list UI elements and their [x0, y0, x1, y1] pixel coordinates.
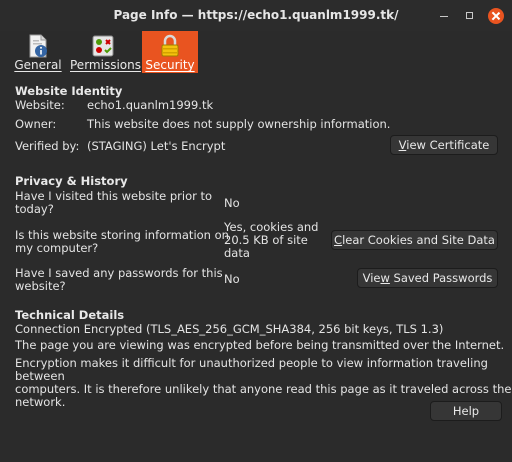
clear-cookies-button[interactable]: Clear Cookies and Site Data [331, 230, 498, 250]
lock-icon [161, 34, 179, 57]
page-info-icon [29, 34, 47, 58]
website-label: Website: [15, 98, 65, 112]
tab-general[interactable]: General [13, 31, 63, 73]
technical-details-heading: Technical Details [15, 308, 125, 322]
website-identity-heading: Website Identity [15, 84, 123, 98]
website-value: echo1.quanlm1999.tk [87, 98, 214, 112]
maximize-button[interactable] [462, 8, 478, 24]
minimize-button[interactable] [436, 8, 452, 24]
encrypted-transmit-text: The page you are viewing was encrypted b… [15, 338, 505, 352]
tab-general-label: General [14, 58, 62, 72]
visited-answer: No [224, 196, 240, 210]
window-titlebar: Page Info — https://echo1.quanlm1999.tk/ [0, 0, 512, 32]
tab-security[interactable]: Security [142, 31, 198, 73]
passwords-question: Have I saved any passwords for this websi… [15, 266, 223, 293]
close-button[interactable] [488, 8, 504, 24]
tab-permissions-label: Permissions [70, 58, 141, 72]
tab-security-label: Security [145, 58, 195, 72]
security-panel: Website Identity Website: echo1.quanlm19… [0, 74, 512, 462]
owner-label: Owner: [15, 117, 57, 131]
visited-question: Have I visited this website prior to toda… [15, 189, 213, 216]
storing-question: Is this website storing information on my… [15, 228, 229, 255]
connection-encrypted-text: Connection Encrypted (TLS_AES_256_GCM_SH… [15, 322, 444, 336]
tab-permissions[interactable]: Permissions [70, 31, 141, 73]
permissions-icon [92, 35, 114, 57]
verified-by-value: (STAGING) Let's Encrypt [87, 139, 226, 153]
privacy-history-heading: Privacy & History [15, 174, 128, 188]
storing-answer: Yes, cookies and 20.5 KB of site data [224, 220, 319, 260]
verified-by-label: Verified by: [15, 139, 80, 153]
view-certificate-button[interactable]: View Certificate [390, 135, 498, 155]
tab-bar: General Permissions Security [0, 31, 512, 74]
owner-value: This website does not supply ownership i… [87, 117, 391, 131]
passwords-answer: No [224, 272, 240, 286]
help-button[interactable]: Help [430, 401, 502, 421]
view-saved-passwords-button[interactable]: View Saved Passwords [357, 268, 498, 288]
